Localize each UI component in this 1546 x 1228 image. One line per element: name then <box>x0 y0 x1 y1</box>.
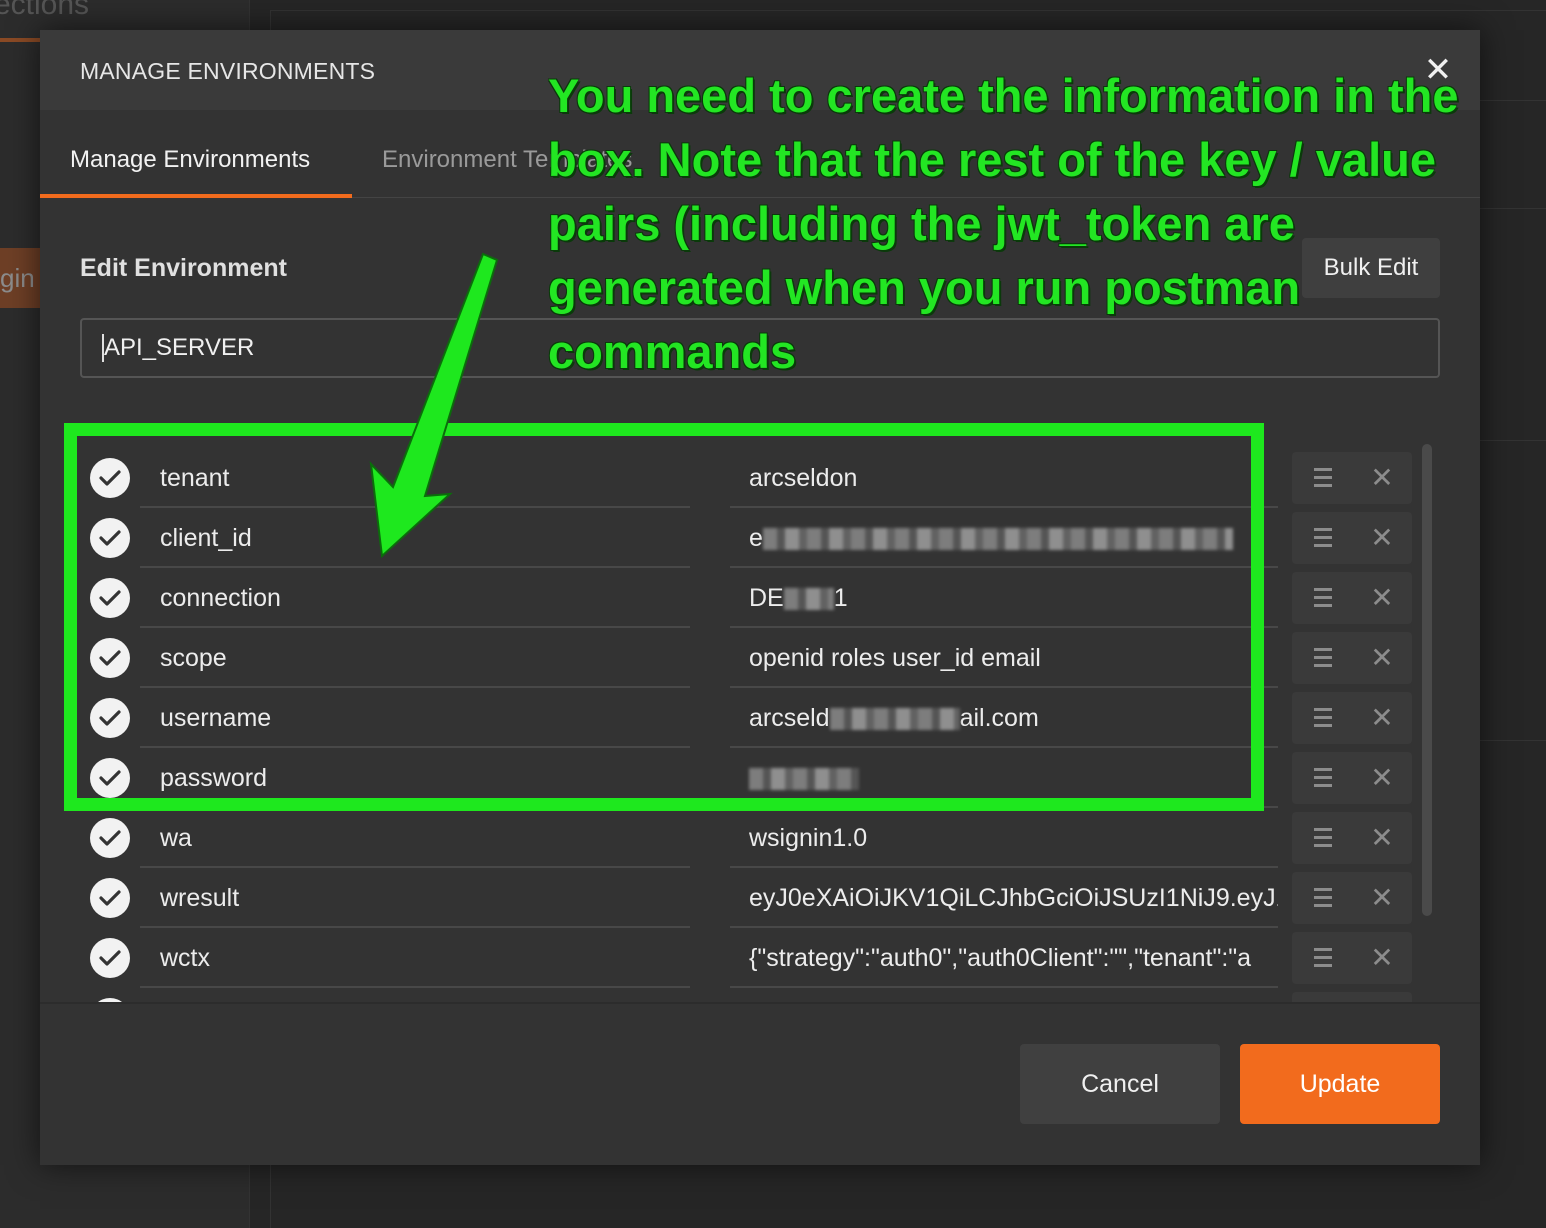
checkmark-icon <box>99 950 121 966</box>
drag-handle-icon[interactable] <box>1314 886 1332 910</box>
checkmark-icon <box>99 830 121 846</box>
value-text: wsignin1.0 <box>749 824 868 852</box>
drag-handle-icon[interactable] <box>1314 466 1332 490</box>
row-actions: ✕ <box>1292 872 1412 924</box>
drag-handle-icon[interactable] <box>1314 646 1332 670</box>
drag-handle-icon[interactable] <box>1314 766 1332 790</box>
background-divider <box>1480 440 1546 441</box>
row-actions: ✕ <box>1292 512 1412 564</box>
row-actions: ✕ <box>1292 452 1412 504</box>
delete-icon[interactable]: ✕ <box>1370 580 1394 616</box>
drag-handle-icon[interactable] <box>1314 826 1332 850</box>
background-collections-title: ections <box>0 0 90 21</box>
checkmark-icon <box>99 890 121 906</box>
delete-icon[interactable]: ✕ <box>1370 760 1394 796</box>
delete-icon[interactable]: ✕ <box>1370 640 1394 676</box>
annotation-highlight-box <box>64 423 1264 811</box>
row-actions: ✕ <box>1292 812 1412 864</box>
update-button[interactable]: Update <box>1240 1044 1440 1124</box>
variable-key-input[interactable]: jwt_token <box>140 988 690 1002</box>
row-actions: ✕ <box>1292 692 1412 744</box>
delete-icon[interactable]: ✕ <box>1370 880 1394 916</box>
variable-value-input[interactable]: {"strategy":"auth0","auth0Client":"","te… <box>730 928 1278 988</box>
variable-key-input[interactable]: wa <box>140 808 690 868</box>
delete-icon[interactable]: ✕ <box>1370 520 1394 556</box>
row-actions: ✕ <box>1292 572 1412 624</box>
delete-icon[interactable]: ✕ <box>1370 460 1394 496</box>
modal-title: MANAGE ENVIRONMENTS <box>80 58 376 84</box>
variable-row: wresult eyJ0eXAiOiJKV1QiLCJhbGciOiJSUzI1N… <box>40 868 1480 928</box>
value-text: {"strategy":"auth0","auth0Client":"","te… <box>749 944 1252 972</box>
drag-handle-icon[interactable] <box>1314 586 1332 610</box>
enabled-checkbox[interactable] <box>90 878 130 918</box>
delete-icon[interactable]: ✕ <box>1370 700 1394 736</box>
cancel-button[interactable]: Cancel <box>1020 1044 1220 1124</box>
tab-manage-environments[interactable]: Manage Environments <box>70 146 310 174</box>
active-tab-indicator <box>40 194 352 198</box>
footer-divider <box>40 1002 1480 1004</box>
variable-row: wctx {"strategy":"auth0","auth0Client":""… <box>40 928 1480 988</box>
variable-row: jwt_token eyJ0eXAiOiJKV1QiLCJhbGciOiJIUzI… <box>40 988 1480 1002</box>
row-actions: ✕ <box>1292 992 1412 1002</box>
background-divider <box>1480 740 1546 741</box>
delete-icon[interactable]: ✕ <box>1370 820 1394 856</box>
enabled-checkbox[interactable] <box>90 818 130 858</box>
row-actions: ✕ <box>1292 932 1412 984</box>
drag-handle-icon[interactable] <box>1314 946 1332 970</box>
value-text: eyJ0eXAiOiJKV1QiLCJhbGciOiJSUzI1NiJ9.eyJ… <box>749 884 1278 912</box>
enabled-checkbox[interactable] <box>90 938 130 978</box>
drag-handle-icon[interactable] <box>1314 526 1332 550</box>
variable-row: wa wsignin1.0 ✕ <box>40 808 1480 868</box>
row-actions: ✕ <box>1292 752 1412 804</box>
background-tab-indicator <box>0 38 40 42</box>
edit-environment-heading: Edit Environment <box>80 254 287 282</box>
annotation-text: You need to create the information in th… <box>548 69 1459 378</box>
variable-value-input[interactable]: eyJ0eXAiOiJKV1QiLCJhbGciOiJIUzI1NiJ9.eyJ… <box>730 988 1278 1002</box>
delete-icon[interactable]: ✕ <box>1370 940 1394 976</box>
background-login-button: gin <box>0 248 40 308</box>
variables-scrollbar[interactable] <box>1422 444 1432 916</box>
variable-value-input[interactable]: eyJ0eXAiOiJKV1QiLCJhbGciOiJSUzI1NiJ9.eyJ… <box>730 868 1278 928</box>
variable-value-input[interactable]: wsignin1.0 <box>730 808 1278 868</box>
variable-key-input[interactable]: wctx <box>140 928 690 988</box>
row-actions: ✕ <box>1292 632 1412 684</box>
variable-key-input[interactable]: wresult <box>140 868 690 928</box>
drag-handle-icon[interactable] <box>1314 706 1332 730</box>
